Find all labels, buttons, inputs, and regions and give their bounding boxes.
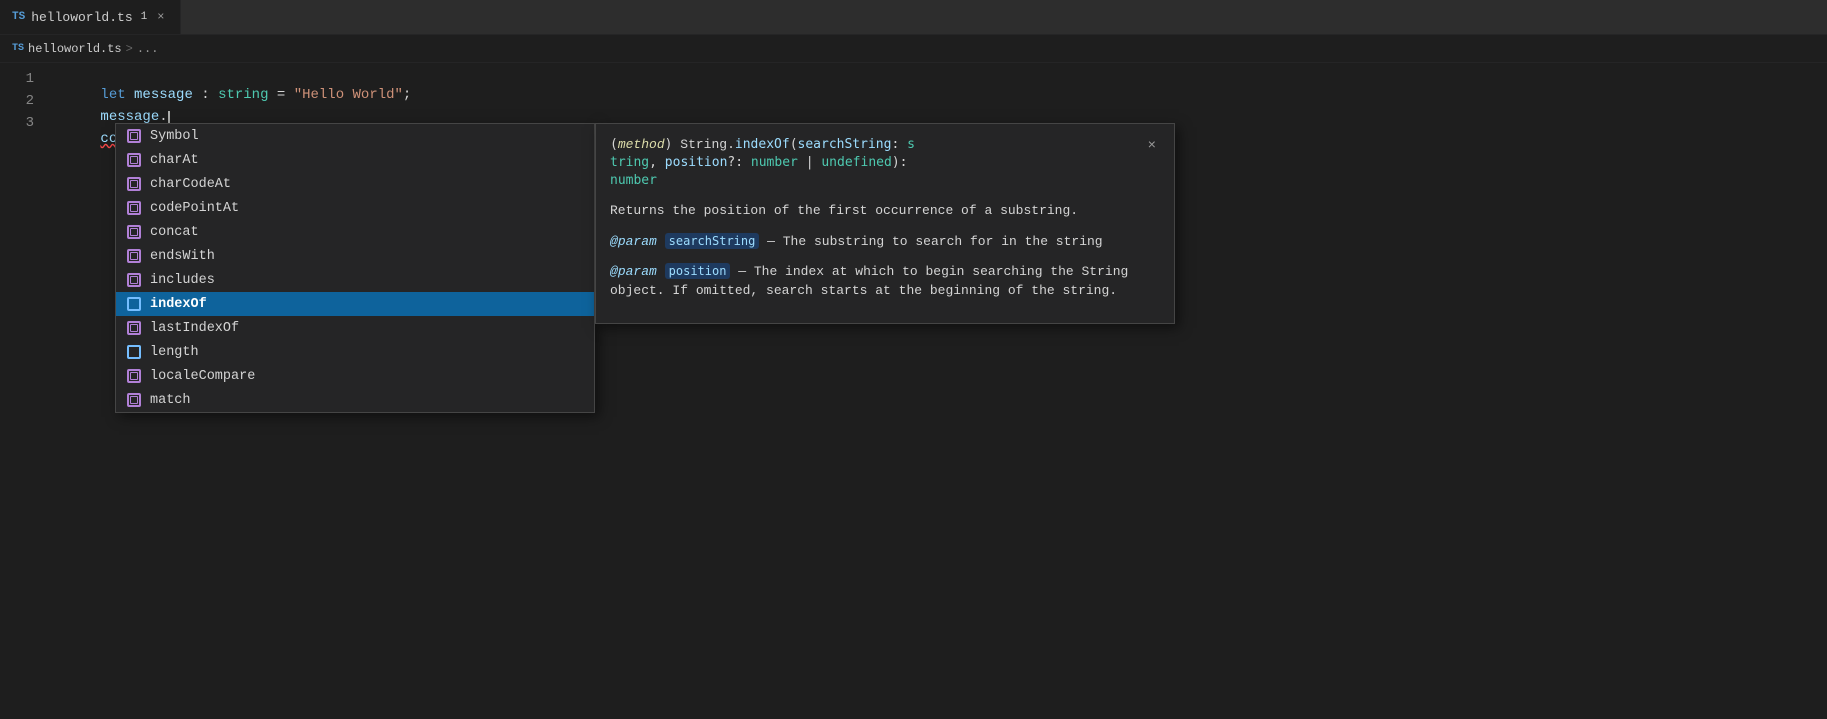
ac-icon-codePointAt [126, 200, 142, 216]
breadcrumb-filename[interactable]: helloworld.ts [28, 42, 122, 56]
info-description: Returns the position of the first occurr… [610, 201, 1160, 221]
breadcrumb-dots: ... [137, 42, 159, 56]
ac-label-charCodeAt: charCodeAt [150, 177, 231, 192]
ac-icon-indexOf [126, 296, 142, 312]
ac-item-concat[interactable]: concat [116, 220, 594, 244]
tab-helloworld[interactable]: TS helloworld.ts 1 × [0, 0, 181, 34]
ac-icon-includes [126, 272, 142, 288]
line-number-2: 2 [0, 93, 50, 109]
info-pipe: | [798, 155, 821, 170]
ac-item-localeCompare[interactable]: localeCompare [116, 364, 594, 388]
line-number-3: 3 [0, 115, 50, 131]
info-sig-open: ( [790, 137, 798, 152]
ac-label-localeCompare: localeCompare [150, 369, 255, 384]
ac-item-charCodeAt[interactable]: charCodeAt [116, 172, 594, 196]
info-param2-block: @param position — The index at which to … [610, 262, 1160, 301]
tab-close-button[interactable]: × [153, 8, 168, 26]
info-return-type: number [610, 173, 657, 188]
info-panel-header: (method) String.indexOf(searchString: s … [610, 136, 1160, 191]
ac-item-indexOf[interactable]: indexOf [116, 292, 594, 316]
info-undefined: undefined [821, 155, 891, 170]
info-pos-colon: : [735, 155, 751, 170]
info-param2-name: position [665, 263, 731, 279]
info-sig-close: ): [892, 155, 908, 170]
info-param2-tag: @param [610, 264, 657, 279]
ac-label-concat: concat [150, 225, 199, 240]
info-panel: (method) String.indexOf(searchString: s … [595, 123, 1175, 324]
tab-bar: TS helloworld.ts 1 × [0, 0, 1827, 35]
tab-ts-icon: TS [12, 11, 25, 23]
info-method-name: indexOf [735, 137, 790, 152]
ac-icon-charAt [126, 152, 142, 168]
ac-icon-endsWith [126, 248, 142, 264]
tab-filename: helloworld.ts [31, 10, 132, 25]
info-param-type-cont: tring [610, 155, 649, 170]
tab-modified-indicator: 1 [141, 11, 148, 23]
ac-icon-symbol [126, 128, 142, 144]
ac-item-charAt[interactable]: charAt [116, 148, 594, 172]
editor-line-2: 2 message. [0, 93, 1827, 115]
info-param-pos: position [665, 155, 728, 170]
info-param1-block: @param searchString — The substring to s… [610, 232, 1160, 252]
ac-label-length: length [150, 345, 199, 360]
ac-label-endsWith: endsWith [150, 249, 215, 264]
editor-line-1: 1 let message : string = "Hello World"; [0, 71, 1827, 93]
info-param-colon: : [891, 137, 907, 152]
info-panel-title: (method) String.indexOf(searchString: s … [610, 136, 1144, 191]
ac-icon-charCodeAt [126, 176, 142, 192]
breadcrumb: TS helloworld.ts > ... [0, 35, 1827, 63]
info-string-indexof: String. [672, 137, 734, 152]
ac-item-codePointAt[interactable]: codePointAt [116, 196, 594, 220]
info-close-button[interactable]: × [1144, 136, 1160, 157]
ac-item-symbol[interactable]: Symbol [116, 124, 594, 148]
ac-icon-localeCompare [126, 368, 142, 384]
ac-item-match[interactable]: match [116, 388, 594, 412]
ac-label-match: match [150, 393, 191, 408]
ac-item-lastIndexOf[interactable]: lastIndexOf [116, 316, 594, 340]
info-keyword-method: method [618, 137, 665, 152]
ac-label-codePointAt: codePointAt [150, 201, 239, 216]
info-param1-tag: @param [610, 234, 657, 249]
ac-icon-match [126, 392, 142, 408]
ac-icon-lastIndexOf [126, 320, 142, 336]
info-param-type: s [907, 137, 915, 152]
info-paren-open: ( [610, 137, 618, 152]
info-comma: , [649, 155, 665, 170]
code-editor[interactable]: 1 let message : string = "Hello World"; … [0, 63, 1827, 145]
ac-label-charAt: charAt [150, 153, 199, 168]
ac-icon-length [126, 344, 142, 360]
ac-item-length[interactable]: length [116, 340, 594, 364]
info-param-search: searchString [798, 137, 892, 152]
info-pos-type: number [751, 155, 798, 170]
ac-label-indexOf: indexOf [150, 297, 207, 312]
ac-label-lastIndexOf: lastIndexOf [150, 321, 239, 336]
ac-label-includes: includes [150, 273, 215, 288]
info-param1-desc: — The substring to search for in the str… [767, 234, 1102, 249]
ac-item-endsWith[interactable]: endsWith [116, 244, 594, 268]
breadcrumb-ts-label: TS [12, 43, 24, 54]
line-number-1: 1 [0, 71, 50, 87]
breadcrumb-separator: > [126, 42, 133, 56]
autocomplete-dropdown: Symbol charAt charCodeAt codePointAt con… [115, 123, 595, 413]
ac-item-includes[interactable]: includes [116, 268, 594, 292]
ac-label-symbol: Symbol [150, 129, 199, 144]
info-param1-name: searchString [665, 233, 760, 249]
ac-icon-concat [126, 224, 142, 240]
